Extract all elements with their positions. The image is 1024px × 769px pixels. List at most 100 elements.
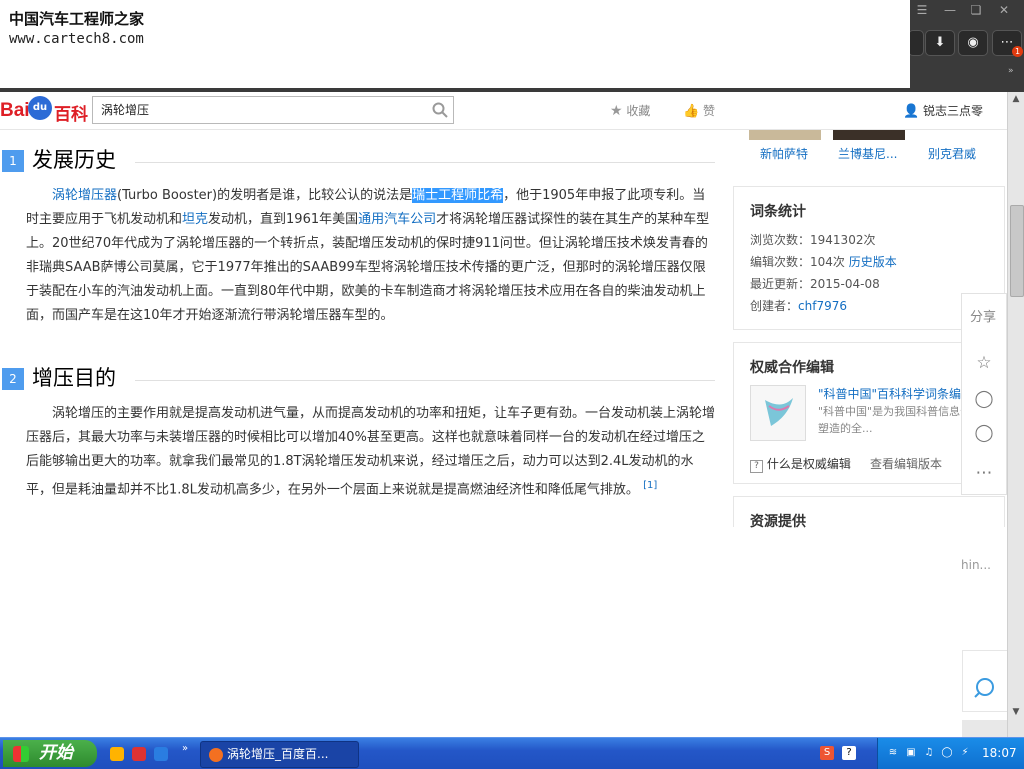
quicklaunch-chevron-icon[interactable]: » [182,743,188,754]
monitor-icon[interactable]: ▣ [904,746,918,760]
watermark-url: www.cartech8.com [9,31,144,47]
scroll-up-icon[interactable]: ▲ [1009,92,1023,106]
overlay-panel [0,530,962,740]
thumbs-up-icon: 👍 [683,104,700,119]
scroll-thumb[interactable] [1010,205,1024,297]
browser-icon [209,747,223,762]
link-tank[interactable]: 坦克 [182,212,208,227]
help-icon: ? [750,460,763,473]
vertical-scrollbar[interactable] [1007,92,1024,737]
related-link[interactable]: 兰博基尼... [838,145,897,162]
like-button[interactable]: 👍 赞 [683,102,715,119]
taskbar-item-browser[interactable]: 涡轮增压_百度百... [200,741,359,768]
reference-link[interactable]: [1] [643,480,657,491]
windows-logo-icon [13,746,29,762]
authority-title: 权威合作编辑 [750,360,834,376]
more-share-icon[interactable]: ⋯ [973,462,995,484]
paragraph-purpose: 涡轮增压的主要作用就是提高发动机进气量，从而提高发动机的功率和扭矩，让车子更有劲… [26,402,716,502]
start-button[interactable]: 开始 [3,740,97,767]
para-text: 发动机，直到1961年美国 [208,212,359,227]
what-is-authority-link[interactable]: ? 什么是权威编辑 [750,455,851,473]
stat-label: 浏览次数： [750,233,811,247]
search-icon[interactable] [431,101,449,119]
bluetooth-icon[interactable]: ⚡ [958,746,972,760]
resources-title: 资源提供 [750,514,806,530]
resources-partial-text: hin... [961,558,991,572]
stats-title: 词条统计 [750,204,806,220]
scroll-down-icon[interactable]: ▼ [1009,705,1023,719]
creator-link[interactable]: chf7976 [798,299,847,313]
section-divider [135,162,715,163]
kepu-logo[interactable] [750,385,806,441]
section-title: 增压目的 [32,366,116,390]
clock: 18:07 [982,746,1017,760]
sogou-icon[interactable]: S [820,746,834,760]
ie-icon[interactable] [154,747,168,761]
sidebar-card-partial [962,650,1008,712]
horizontal-scrollbar[interactable] [962,720,1007,737]
stat-label: 编辑次数： [750,255,811,269]
section-number: 1 [2,150,24,172]
related-thumbnail[interactable] [749,130,821,140]
user-menu[interactable]: 👤 锐志三点零 [903,102,983,119]
stat-updated: 最近更新：2015-04-08 [750,275,880,292]
what-is-authority-label: 什么是权威编辑 [766,457,851,471]
stat-value: 1941302次 [810,233,876,247]
favorite-button[interactable]: ★ 收藏 [610,102,650,119]
task-title: 涡轮增压_百度百... [227,747,329,761]
watermark-overlay: 中国汽车工程师之家 www.cartech8.com [0,0,910,88]
search-input[interactable] [101,100,421,118]
help-icon[interactable]: ? [842,746,856,760]
volume-icon[interactable]: ♫ [922,746,936,760]
star-icon[interactable]: ☆ [973,352,995,374]
kepu-logo-graphic [765,398,793,426]
stat-label: 创建者： [750,299,799,313]
notification-badge: 1 [1012,46,1023,57]
system-tray: ≋ ▣ ♫ ◯ ⚡ 18:07 [877,738,1024,769]
link-turbocharger[interactable]: 涡轮增压器 [52,188,117,203]
weibo-icon[interactable]: ◯ [973,388,995,410]
star-icon: ★ [610,103,623,119]
download-icon[interactable]: ⬇ [925,30,955,56]
logo-bai: Bai [0,100,30,121]
start-label: 开始 [39,743,73,763]
watermark-title: 中国汽车工程师之家 [9,10,145,28]
stat-label: 最近更新： [750,277,811,291]
stat-creator: 创建者：chf7976 [750,297,847,314]
related-link[interactable]: 新帕萨特 [760,145,808,162]
minimize-icon[interactable]: — [940,2,960,18]
tieba-icon[interactable]: ◯ [973,422,995,444]
paragraph-history: 涡轮增压器(Turbo Booster)的发明者是谁，比较公认的说法是瑞士工程师… [26,184,716,328]
link-general-motors[interactable]: 通用汽车公司 [358,212,436,227]
section-title: 发展历史 [32,148,116,172]
user-icon: 👤 [903,104,920,119]
network-icon[interactable]: ≋ [886,746,900,760]
search-box [92,96,454,124]
history-version-link[interactable]: 历史版本 [849,255,897,269]
user-name: 锐志三点零 [923,104,984,118]
restore-icon[interactable]: ❏ [966,2,986,18]
section-divider [135,380,715,381]
related-thumbnail[interactable] [833,130,905,140]
game-icon[interactable]: ◉ [958,30,988,56]
shield-icon[interactable]: ◯ [940,746,954,760]
selected-text[interactable]: 瑞士工程师比希 [412,188,504,203]
windows-taskbar: 开始 » 涡轮增压_百度百... S ? ≋ ▣ ♫ ◯ ⚡ 18:07 [0,737,1024,769]
toolbar-chevron-icon[interactable]: » [1008,66,1014,76]
skin-icon[interactable]: ☰ [912,2,932,18]
related-link[interactable]: 别克君威 [928,145,976,162]
quicklaunch-icon[interactable] [132,747,146,761]
toolbar-button-partial[interactable] [908,30,924,56]
favorite-label: 收藏 [626,104,651,118]
para-text: 涡轮增压的主要作用就是提高发动机进气量，从而提高发动机的功率和扭矩，让车子更有劲… [26,406,716,498]
stat-value: 2015-04-08 [810,277,880,291]
quicklaunch-icon[interactable] [110,747,124,761]
paw-icon: du [28,96,52,120]
resources-card: 资源提供 [733,496,1005,530]
feedback-icon[interactable] [963,651,1007,711]
stat-value: 104次 [810,255,845,269]
para-text: (Turbo Booster)的发明者是谁，比较公认的说法是 [117,188,413,203]
stat-views: 浏览次数：1941302次 [750,231,875,248]
view-edit-version-link[interactable]: 查看编辑版本 [870,455,942,472]
close-icon[interactable]: ✕ [994,2,1014,18]
